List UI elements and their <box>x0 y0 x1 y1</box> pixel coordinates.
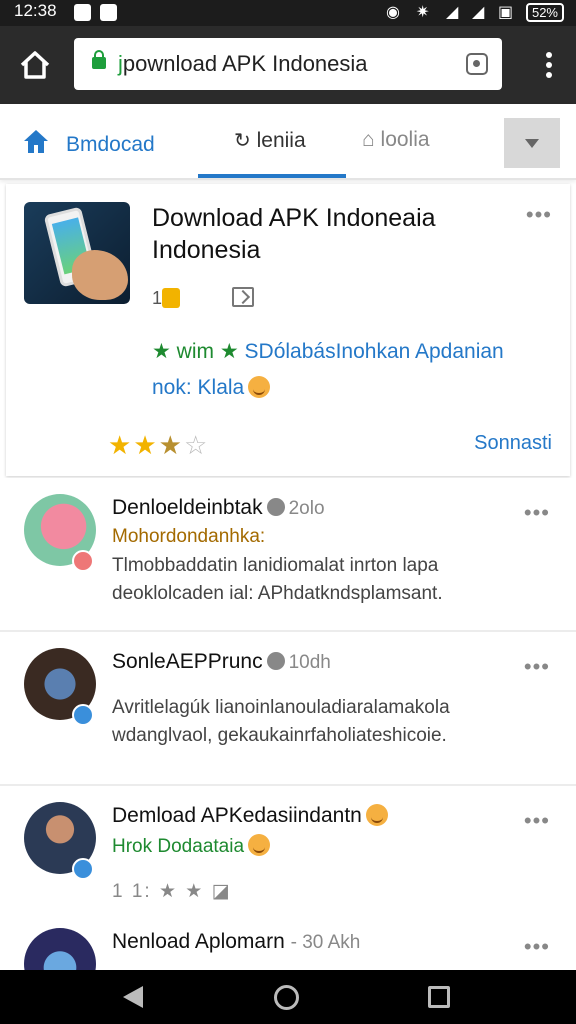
hand-image <box>72 250 128 300</box>
feed: Download APK Indoneaia Indonesia ••• 1 ★… <box>0 180 576 970</box>
badge-icon <box>72 858 94 880</box>
tab-other[interactable]: ⌂ loolia <box>362 128 430 152</box>
system-nav-bar <box>0 970 576 1024</box>
tagline-green: wim <box>176 340 214 363</box>
more-horizontal-icon[interactable]: ••• <box>526 204 552 226</box>
post-title[interactable]: SonleAEPPrunc 10dh <box>112 650 331 674</box>
url-input[interactable]: jpownload APK Indonesia <box>74 38 502 90</box>
active-tab-indicator <box>198 174 346 178</box>
star-empty-icon: ☆ <box>183 430 210 460</box>
post-title[interactable]: Demload APKedasiindantn <box>112 804 388 828</box>
emoji-icon <box>248 834 271 856</box>
browser-toolbar: jpownload APK Indonesia <box>0 26 576 104</box>
badge-icon <box>72 704 94 726</box>
featured-count: 1 <box>152 288 182 309</box>
post-time: 2olo <box>288 498 325 519</box>
coin-icon <box>162 288 181 308</box>
emoji-icon <box>365 804 388 826</box>
post-subtitle: Hrok Dodaataia <box>112 834 271 858</box>
post-title[interactable]: Denloeldeinbtak 2olo <box>112 496 325 520</box>
badge-icon <box>72 550 94 572</box>
home-icon <box>24 130 48 153</box>
post-body: Tlmobbaddatin lanidiomalat inrton lapa d… <box>112 555 443 604</box>
star-icon: ★ <box>152 340 171 363</box>
post-time: - 30 Akh <box>290 932 361 953</box>
status-bar: 12:38 ◉ ✷ ◢ ◢ ▣ 52% <box>0 0 576 26</box>
lock-icon <box>92 50 106 69</box>
post-body: Avritlelagúk lianoinlanouladiaralamakola… <box>112 697 450 746</box>
status-time: 12:38 <box>14 1 57 20</box>
battery-indicator: 52% <box>525 3 564 22</box>
more-horizontal-icon[interactable]: ••• <box>524 656 550 678</box>
featured-link[interactable]: Sonnasti <box>474 432 552 455</box>
emoji-icon <box>248 376 271 398</box>
clock-icon <box>266 498 285 516</box>
vibrate-icon: ✷ <box>416 4 430 21</box>
notification-icon <box>100 4 117 21</box>
more-horizontal-icon[interactable]: ••• <box>524 502 550 524</box>
featured-tagline: ★ wim ★ SDólabásInohkan Apdanian nok: Kl… <box>152 334 552 406</box>
more-horizontal-icon[interactable]: ••• <box>524 936 550 958</box>
bell-icon: ⌂ <box>362 128 375 151</box>
tagline-line2: nok: Klala <box>152 376 245 399</box>
post-time: 10dh <box>288 652 331 673</box>
overflow-menu-icon[interactable] <box>544 52 554 82</box>
url-text[interactable]: jpownload APK Indonesia <box>118 51 368 77</box>
avatar <box>24 928 96 970</box>
alarm-icon: ◉ <box>386 4 400 21</box>
tab-indonesia[interactable]: ↻ leniia <box>234 128 306 153</box>
back-icon[interactable] <box>123 986 143 1008</box>
share-icon[interactable]: ◪ <box>212 881 232 902</box>
recents-icon[interactable] <box>428 986 450 1008</box>
list-item[interactable]: SonleAEPPrunc 10dh ••• Avritlelagúk liano… <box>0 632 576 786</box>
signal-icon: ◢ <box>472 4 485 21</box>
featured-title[interactable]: Download APK Indoneaia Indonesia <box>152 202 512 266</box>
star-half-icon: ★ <box>158 430 184 460</box>
rating-stars[interactable]: ★★★☆ <box>108 430 209 461</box>
url-rest: pownload APK Indonesia <box>122 51 368 76</box>
tabs-icon[interactable] <box>466 53 488 75</box>
wifi-icon: ◢ <box>446 4 459 21</box>
home-icon[interactable] <box>18 48 52 82</box>
featured-image <box>24 202 130 304</box>
post-subtitle: Mohordondanhka: <box>112 526 266 547</box>
tab-label: Bmdocad <box>66 133 155 156</box>
notification-icon <box>74 4 91 21</box>
tab-label: loolia <box>380 128 430 151</box>
tab-download[interactable]: Bmdocad <box>22 128 155 157</box>
tab-bar: Bmdocad ↻ leniia ⌂ loolia <box>0 104 576 180</box>
tab-label: leniia <box>256 129 306 152</box>
star-icon: ★ <box>219 340 239 363</box>
home-circle-icon[interactable] <box>274 985 299 1010</box>
refresh-icon: ↻ <box>234 130 251 152</box>
featured-card[interactable]: Download APK Indoneaia Indonesia ••• 1 ★… <box>6 184 570 476</box>
star-icon: ★ <box>133 430 159 460</box>
post-title[interactable]: Nenload Aplomarn - 30 Akh <box>112 930 360 954</box>
post-meta: 1 1: ★ ★ ◪ <box>112 881 232 902</box>
battery-saver-icon: ▣ <box>498 4 514 21</box>
more-horizontal-icon[interactable]: ••• <box>524 810 550 832</box>
tagline-blue: SDólabásInohkan Apdanian <box>244 340 504 363</box>
clock-icon <box>266 652 285 670</box>
tabs-dropdown-button[interactable] <box>504 118 560 168</box>
list-item[interactable]: Nenload Aplomarn - 30 Akh ••• <box>0 912 576 970</box>
star-icon: ★ <box>108 430 134 460</box>
list-item[interactable]: Denloeldeinbtak 2olo ••• Mohordondanhka: … <box>0 478 576 632</box>
share-icon[interactable] <box>232 287 254 307</box>
